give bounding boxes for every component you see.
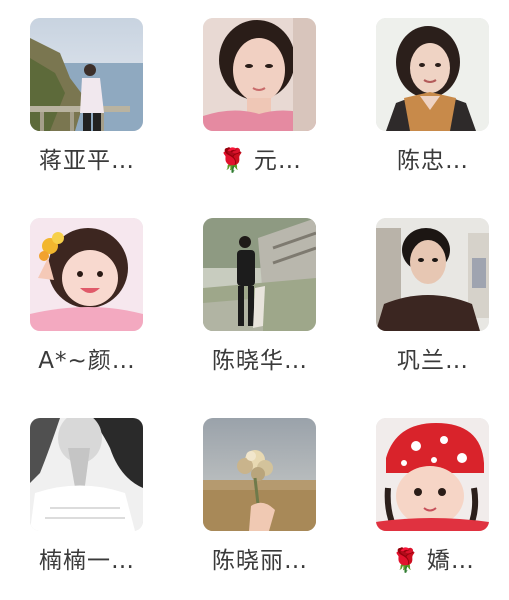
rose-icon: 🌹 <box>218 148 248 174</box>
contact-name: A*~颜… <box>38 348 136 374</box>
avatar[interactable] <box>203 18 316 131</box>
contact-item[interactable]: 陈晓华… <box>173 218 343 408</box>
contact-item[interactable]: 🌹 元… <box>173 18 343 208</box>
contact-item[interactable]: 蒋亚平… <box>0 18 170 208</box>
avatar[interactable] <box>203 218 316 331</box>
avatar[interactable] <box>376 418 489 531</box>
avatar-image <box>203 218 316 331</box>
contact-item[interactable]: 巩兰… <box>346 218 509 408</box>
avatar-image <box>30 18 143 131</box>
contact-name: 蒋亚平… <box>39 148 135 174</box>
contact-name: 陈晓丽… <box>212 548 308 574</box>
contact-name: 巩兰… <box>397 348 469 374</box>
contact-item[interactable]: 陈晓丽… <box>173 418 343 600</box>
avatar-image <box>203 18 316 131</box>
avatar-image <box>203 418 316 531</box>
contact-name: 🌹 元… <box>218 148 302 174</box>
contact-name: 陈晓华… <box>212 348 308 374</box>
avatar-image <box>30 418 143 531</box>
avatar-image <box>376 418 489 531</box>
avatar[interactable] <box>30 18 143 131</box>
contact-item[interactable]: A*~颜… <box>0 218 170 408</box>
contact-name: 楠楠一… <box>39 548 135 574</box>
avatar[interactable] <box>376 18 489 131</box>
avatar-image <box>376 18 489 131</box>
avatar-image <box>376 218 489 331</box>
contact-item[interactable]: 🌹 嬌… <box>346 418 509 600</box>
contact-name: 🌹 嬌… <box>391 548 475 574</box>
avatar[interactable] <box>30 418 143 531</box>
contact-grid: 蒋亚平… 🌹 元… 陈忠… A*~颜… 陈晓华… 巩兰… 楠楠一… 陈晓丽… 🌹… <box>0 0 509 600</box>
avatar[interactable] <box>203 418 316 531</box>
avatar[interactable] <box>376 218 489 331</box>
avatar[interactable] <box>30 218 143 331</box>
contact-item[interactable]: 陈忠… <box>346 18 509 208</box>
avatar-image <box>30 218 143 331</box>
contact-item[interactable]: 楠楠一… <box>0 418 170 600</box>
rose-icon: 🌹 <box>391 548 421 574</box>
contact-name: 陈忠… <box>397 148 469 174</box>
